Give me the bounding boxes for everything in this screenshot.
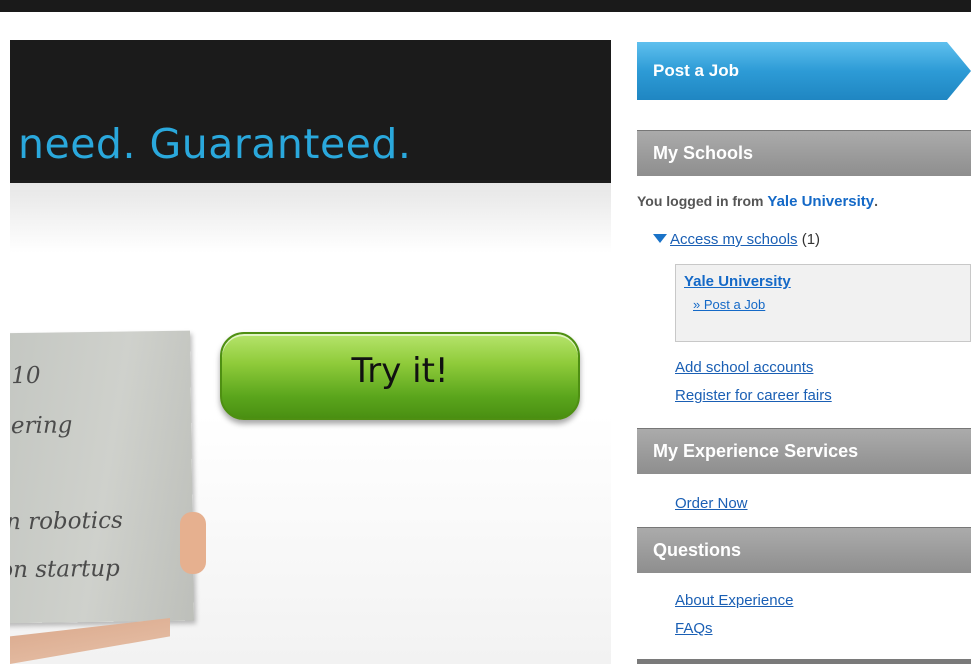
sidebar-bottom-rule — [637, 659, 971, 664]
access-my-schools-link[interactable]: Access my schools — [670, 231, 798, 248]
hero-banner: need. Guaranteed. 010 eering in robotics… — [10, 40, 611, 664]
experience-services-title: My Experience Services — [653, 441, 859, 461]
logged-in-prefix: You logged in from — [637, 193, 764, 209]
access-my-schools-row: Access my schools (1) — [653, 231, 820, 248]
post-a-job-label: Post a Job — [653, 61, 739, 80]
hand-image — [180, 512, 206, 574]
try-it-label: Try it! — [351, 351, 449, 391]
sign-line: on startup — [10, 555, 120, 584]
school-name-link[interactable]: Yale University — [684, 273, 791, 290]
logged-in-suffix: . — [874, 193, 879, 209]
register-career-fairs-link[interactable]: Register for career fairs — [675, 387, 832, 404]
questions-header: Questions — [637, 527, 971, 573]
school-entry-box: Yale University » Post a Job — [675, 264, 971, 342]
hero-headline: need. Guaranteed. — [18, 120, 412, 168]
logged-in-message: You logged in from Yale University. — [637, 193, 878, 210]
logged-in-school-link[interactable]: Yale University — [767, 193, 874, 210]
sign-line: eering — [10, 412, 73, 440]
sidebar: Post a Job My Schools You logged in from… — [637, 40, 971, 664]
sign-line: in robotics — [10, 507, 123, 536]
arm-image — [10, 618, 170, 664]
try-it-button[interactable]: Try it! — [220, 332, 580, 420]
faqs-link[interactable]: FAQs — [675, 620, 713, 637]
hero-fade — [10, 183, 611, 253]
my-schools-header: My Schools — [637, 130, 971, 176]
access-count: (1) — [801, 231, 821, 248]
post-a-job-button[interactable]: Post a Job — [637, 42, 971, 100]
hero-dark-band: need. Guaranteed. — [10, 40, 611, 183]
expand-triangle-icon[interactable] — [653, 234, 667, 243]
experience-services-header: My Experience Services — [637, 428, 971, 474]
add-school-accounts-link[interactable]: Add school accounts — [675, 359, 813, 376]
questions-title: Questions — [653, 540, 742, 560]
my-schools-title: My Schools — [653, 143, 754, 163]
order-now-link[interactable]: Order Now — [675, 495, 748, 512]
sign-line: 010 — [10, 362, 41, 390]
handheld-sign-image: 010 eering in robotics on startup — [10, 330, 195, 624]
school-post-job-link[interactable]: » Post a Job — [693, 297, 765, 312]
top-bar — [0, 0, 971, 12]
about-experience-link[interactable]: About Experience — [675, 592, 793, 609]
